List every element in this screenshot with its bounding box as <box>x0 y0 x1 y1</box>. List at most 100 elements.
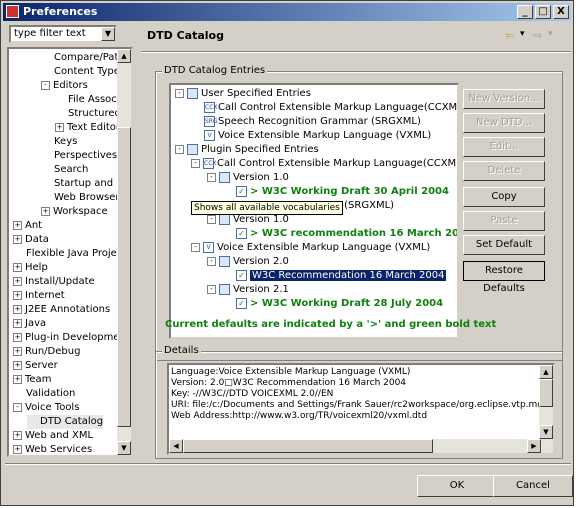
expand-icon[interactable]: + <box>41 206 50 216</box>
details-scroll-down-icon[interactable]: ▼ <box>539 425 553 439</box>
catalog-entry[interactable]: - V Voice Extensible Markup Language (VXML… <box>191 241 430 255</box>
expand-icon[interactable]: + <box>13 276 22 286</box>
nav-item[interactable]: + Team <box>13 373 51 387</box>
collapse-icon[interactable]: - <box>175 88 184 98</box>
maximize-button[interactable]: □ <box>535 5 551 19</box>
catalog-entry[interactable]: CCXCall Control Extensible Markup Langua… <box>191 101 457 115</box>
expand-icon[interactable]: + <box>13 332 22 342</box>
nav-item[interactable]: DTD Catalog <box>27 415 104 429</box>
details-hscrollbar[interactable]: ◀ ▶ <box>169 439 541 453</box>
new-version-button[interactable]: New Version... <box>463 89 545 109</box>
catalog-entry[interactable]: ✓ > W3C Working Draft 30 April 2004 <box>223 185 449 199</box>
catalog-entry[interactable]: - CCXCall Control Extensible Markup Langu… <box>191 157 457 171</box>
nav-item[interactable]: + Web and XML <box>13 429 93 443</box>
nav-item[interactable]: + Workspace <box>41 205 108 219</box>
nav-item[interactable]: + Java <box>13 317 46 331</box>
details-hscroll-thumb[interactable] <box>183 439 433 453</box>
expand-icon[interactable]: + <box>13 304 22 314</box>
nav-scrollbar[interactable]: ▲ ▼ <box>117 49 131 455</box>
expand-icon[interactable]: + <box>13 430 22 440</box>
forward-arrow-icon[interactable]: ⇨ <box>533 29 542 42</box>
nav-item[interactable]: + Ant <box>13 219 42 233</box>
paste-button[interactable]: Paste <box>463 211 545 231</box>
restore-defaults-button[interactable]: Restore Defaults <box>463 261 545 294</box>
nav-item[interactable]: Flexible Java Project P <box>13 247 131 261</box>
nav-item[interactable]: Web Browser <box>41 191 120 205</box>
nav-item[interactable]: Content Types <box>41 65 125 79</box>
catalog-entry[interactable]: - Version 2.0 <box>207 255 289 269</box>
collapse-icon[interactable]: - <box>207 284 216 294</box>
nav-item[interactable]: + Server <box>13 359 58 373</box>
nav-item[interactable]: Validation <box>13 387 75 401</box>
expand-icon[interactable]: + <box>13 318 22 328</box>
nav-item[interactable]: + Help <box>13 261 48 275</box>
expand-icon[interactable]: + <box>13 290 22 300</box>
collapse-icon[interactable]: - <box>175 144 184 154</box>
expand-icon[interactable]: + <box>13 346 22 356</box>
expand-icon[interactable]: + <box>55 122 64 132</box>
ok-button[interactable]: OK <box>417 475 497 497</box>
catalog-entry[interactable]: - Version 2.1 <box>207 283 289 297</box>
back-arrow-icon[interactable]: ⇦ <box>505 29 514 42</box>
nav-item[interactable]: Keys <box>41 135 77 149</box>
preferences-tree[interactable]: + Web Services + Web and XML DTD Catalog - Voi… <box>7 47 133 457</box>
details-scrollbar[interactable]: ▲ ▼ <box>539 365 553 453</box>
nav-item[interactable]: + Plug-in Development <box>13 331 130 345</box>
catalog-entry[interactable]: - Version 1.0 <box>207 171 289 185</box>
expand-icon[interactable]: + <box>13 234 22 244</box>
delete-button[interactable]: Delete <box>463 161 545 181</box>
copy-button[interactable]: Copy <box>463 187 545 207</box>
history-dropdown-icon[interactable]: ▾ <box>520 29 525 39</box>
nav-item[interactable]: + Web Services <box>13 443 92 455</box>
collapse-icon[interactable]: - <box>41 80 50 90</box>
collapse-icon[interactable]: - <box>207 214 216 224</box>
new-dtd-button[interactable]: New DTD... <box>463 113 545 133</box>
filter-input[interactable]: type filter text ▼ <box>9 25 117 43</box>
details-text[interactable]: Web Address:http://www.w3.org/TR/voicexm… <box>167 363 555 455</box>
catalog-entry[interactable]: - Plugin Specified Entries <box>175 143 319 157</box>
nav-item[interactable]: - Voice Tools <box>13 401 79 415</box>
collapse-icon[interactable]: - <box>207 256 216 266</box>
scroll-up-arrow-icon[interactable]: ▲ <box>117 49 131 63</box>
expand-icon[interactable]: + <box>13 374 22 384</box>
catalog-entry[interactable]: ✓ > W3C Working Draft 28 July 2004 <box>223 297 443 311</box>
nav-item[interactable]: + Data <box>13 233 49 247</box>
minimize-button[interactable]: _ <box>517 5 533 19</box>
catalog-entry[interactable]: - User Specified Entries <box>175 87 311 101</box>
expand-icon[interactable]: + <box>13 360 22 370</box>
details-scroll-thumb[interactable] <box>539 379 553 407</box>
filter-dropdown-button[interactable]: ▼ <box>101 27 115 41</box>
collapse-icon[interactable]: - <box>207 172 216 182</box>
collapse-icon[interactable]: - <box>191 242 200 252</box>
nav-item[interactable]: + Run/Debug <box>13 345 80 359</box>
catalog-entry[interactable]: V Voice Extensible Markup Language (VXML) <box>191 129 431 143</box>
nav-item[interactable]: + Internet <box>13 289 65 303</box>
pane-sash[interactable] <box>137 25 140 461</box>
close-button[interactable]: X <box>553 5 569 19</box>
catalog-entry[interactable]: SRGSpeech Recognition Grammar (SRGXML) <box>191 115 421 129</box>
set-default-button[interactable]: Set Default <box>463 235 545 255</box>
collapse-icon[interactable]: - <box>13 402 22 412</box>
details-scroll-up-icon[interactable]: ▲ <box>539 365 553 379</box>
expand-icon[interactable]: + <box>13 220 22 230</box>
details-scroll-right-icon[interactable]: ▶ <box>527 439 541 453</box>
scroll-down-arrow-icon[interactable]: ▼ <box>117 441 131 455</box>
nav-item[interactable]: Perspectives <box>41 149 117 163</box>
cancel-button[interactable]: Cancel <box>493 475 573 497</box>
expand-icon[interactable]: + <box>13 444 22 454</box>
nav-item[interactable]: + Text Editors <box>55 121 125 135</box>
catalog-entry[interactable]: - Version 1.0 <box>207 213 289 227</box>
collapse-icon[interactable]: - <box>191 158 200 168</box>
nav-item[interactable]: + Install/Update <box>13 275 95 289</box>
nav-item[interactable]: + J2EE Annotations <box>13 303 110 317</box>
catalog-entry[interactable]: ✓ > W3C recommendation 16 March 2004 <box>223 227 457 241</box>
nav-item[interactable]: - Editors <box>41 79 88 93</box>
catalog-entry[interactable]: ✓ W3C Recommendation 16 March 2004 <box>223 269 447 283</box>
edit-button[interactable]: Edit... <box>463 137 545 157</box>
forward-dropdown-icon[interactable]: ▾ <box>548 29 553 39</box>
title-bar[interactable]: Preferences _ □ X <box>3 3 571 21</box>
details-scroll-left-icon[interactable]: ◀ <box>169 439 183 453</box>
scroll-thumb[interactable] <box>117 127 131 427</box>
expand-icon[interactable]: + <box>13 262 22 272</box>
nav-item[interactable]: Search <box>41 163 88 177</box>
